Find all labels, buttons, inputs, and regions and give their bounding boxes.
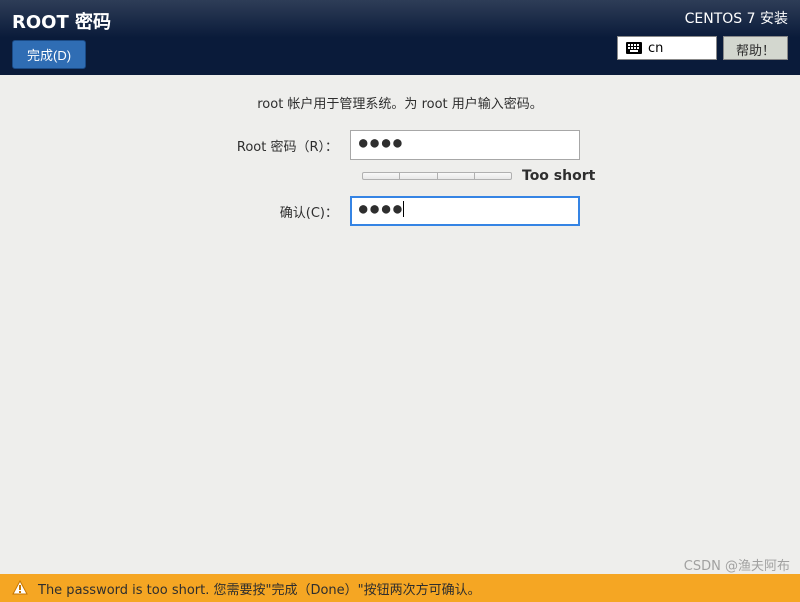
header-right: CENTOS 7 安装: [617, 8, 788, 60]
password-strength-text: Too short: [522, 168, 595, 184]
installer-header: ROOT 密码 完成(D) CENTOS 7 安装: [0, 0, 800, 75]
root-password-input[interactable]: ●●●●: [350, 130, 580, 160]
help-button[interactable]: 帮助！: [723, 36, 788, 60]
confirm-password-label: 确认(C)：: [30, 202, 350, 221]
password-strength-row: Too short: [362, 168, 770, 184]
header-left: ROOT 密码 完成(D): [12, 8, 111, 69]
header-controls: cn 帮助！: [617, 36, 788, 60]
warning-bar: The password is too short. 您需要按"完成（Done）…: [0, 574, 800, 602]
done-button[interactable]: 完成(D): [12, 40, 86, 69]
watermark-text: CSDN @渔夫阿布: [684, 555, 790, 574]
page-title: ROOT 密码: [12, 8, 111, 34]
root-password-row: Root 密码（R）： ●●●●: [30, 130, 770, 160]
strength-seg-1: [363, 173, 400, 179]
confirm-password-row: 确认(C)： ●●●●: [30, 196, 770, 226]
warning-message: The password is too short. 您需要按"完成（Done）…: [38, 579, 481, 598]
confirm-password-input-wrap: ●●●●: [350, 196, 580, 226]
keyboard-layout-code: cn: [648, 41, 663, 56]
confirm-password-input[interactable]: ●●●●: [350, 196, 580, 226]
root-password-input-wrap: ●●●●: [350, 130, 580, 160]
keyboard-layout-indicator[interactable]: cn: [617, 36, 717, 60]
root-password-value: ●●●●: [359, 135, 405, 151]
keyboard-icon: [626, 42, 642, 54]
strength-seg-4: [475, 173, 511, 179]
root-password-label: Root 密码（R）：: [30, 136, 350, 155]
strength-seg-2: [400, 173, 437, 179]
password-strength-bar: [362, 172, 512, 180]
content-area: root 帐户用于管理系统。为 root 用户输入密码。 Root 密码（R）：…: [0, 75, 800, 252]
warning-icon: [12, 580, 28, 596]
strength-seg-3: [438, 173, 475, 179]
installer-title: CENTOS 7 安装: [685, 8, 788, 28]
confirm-password-value: ●●●●: [359, 201, 405, 217]
text-caret: [403, 201, 404, 217]
description-text: root 帐户用于管理系统。为 root 用户输入密码。: [30, 93, 770, 112]
